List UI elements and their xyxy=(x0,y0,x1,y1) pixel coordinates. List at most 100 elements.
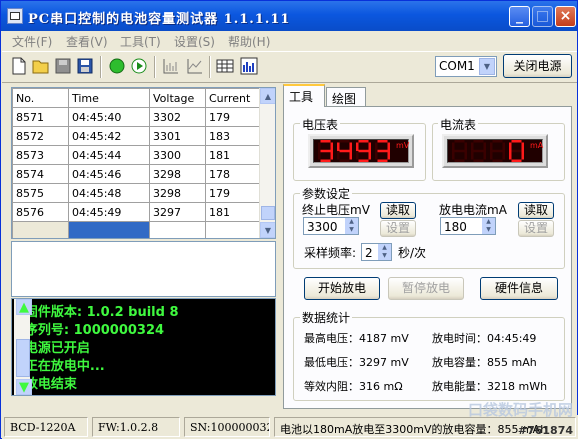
read-voltage-button[interactable]: 读取 xyxy=(380,202,416,219)
data-table: No. Time Voltage Current 8571 04:45:40 330… xyxy=(11,87,276,239)
voltage-digit-segment xyxy=(330,151,333,160)
start-discharge-button[interactable]: 开始放电 xyxy=(304,277,380,300)
current-digit-segment xyxy=(471,151,474,160)
voltage-digit-segment xyxy=(387,142,390,151)
chart-bars-icon[interactable] xyxy=(162,57,180,75)
cell-voltage: 3300 xyxy=(149,145,206,165)
tab-plot[interactable]: 绘图 xyxy=(326,87,366,106)
current-unit: mA xyxy=(530,141,544,150)
current-digit-segment xyxy=(490,151,493,160)
table-scrollbar[interactable]: ▲ ▼ xyxy=(259,88,275,238)
table-row[interactable]: 8575 04:45:48 3298 179 xyxy=(12,183,262,203)
watermark-text: 口袋数码手机网 xyxy=(467,401,573,419)
spin-updown-icon[interactable]: ▲ ▼ xyxy=(482,218,495,234)
table-row[interactable]: 8576 04:45:49 3297 181 xyxy=(12,202,262,222)
sample-rate-input[interactable]: 2 ▲ ▼ xyxy=(361,243,392,261)
current-digit-segment xyxy=(509,151,512,160)
column-header-current[interactable]: Current xyxy=(205,88,262,108)
table-row[interactable]: 8571 04:45:40 3302 179 xyxy=(12,107,262,127)
current-digit-segment xyxy=(454,159,465,162)
save-disabled-icon[interactable] xyxy=(54,57,72,75)
menu-file[interactable]: 文件(F) xyxy=(12,33,52,50)
save-icon[interactable] xyxy=(76,57,94,75)
menu-help[interactable]: 帮助(H) xyxy=(228,33,270,50)
menu-bar: 文件(F) 查看(V) 工具(T) 设置(S) 帮助(H) xyxy=(2,31,577,50)
bar-chart-icon[interactable] xyxy=(240,57,258,75)
current-digit-segment xyxy=(483,142,486,151)
current-digit-segment xyxy=(521,142,524,151)
sample-rate-label: 采样频率: xyxy=(304,246,357,260)
log-line: >序列号: 1000000324 xyxy=(14,323,165,338)
maximize-button[interactable]: □ xyxy=(532,6,553,27)
voltage-digit-segment xyxy=(358,159,369,162)
current-digit-segment xyxy=(471,142,474,151)
hardware-info-button[interactable]: 硬件信息 xyxy=(480,277,558,300)
cell-current: 178 xyxy=(205,164,262,184)
cell-voltage: 3298 xyxy=(149,183,206,203)
table-row[interactable]: 8574 04:45:46 3298 178 xyxy=(12,164,262,184)
close-button[interactable]: × xyxy=(555,6,576,27)
scroll-up-icon[interactable]: ▲ xyxy=(16,299,32,315)
cell-current: 179 xyxy=(205,107,262,127)
tab-tools[interactable]: 工具 xyxy=(283,84,325,107)
log-line: >固件版本: 1.0.2 build 8 xyxy=(14,305,179,320)
current-digit-segment xyxy=(473,159,484,162)
status-firmware: FW:1.0.2.8 xyxy=(92,417,180,437)
chart-line-icon[interactable] xyxy=(186,57,204,75)
current-meter-label: 电流表 xyxy=(438,116,479,133)
params-title: 参数设定 xyxy=(300,185,353,202)
voltage-digit-segment xyxy=(368,142,371,151)
scroll-down-icon[interactable]: ▼ xyxy=(16,379,32,395)
voltage-digit-segment xyxy=(375,151,378,160)
cell-no: 8571 xyxy=(12,107,69,127)
scroll-up-icon[interactable]: ▲ xyxy=(260,88,275,104)
scroll-thumb[interactable] xyxy=(261,206,275,220)
set-current-button[interactable]: 设置 xyxy=(518,220,554,237)
cell-new xyxy=(205,221,262,238)
log-scrollbar[interactable]: ▲ ▼ xyxy=(14,299,32,395)
scroll-down-icon[interactable]: ▼ xyxy=(260,222,275,238)
menu-settings[interactable]: 设置(S) xyxy=(174,33,215,50)
port-select[interactable]: COM1 ▼ xyxy=(435,56,497,77)
open-folder-icon[interactable] xyxy=(32,57,50,75)
app-window: PC串口控制的电池容量测试器 1.1.1.11 _ □ × 文件(F) 查看(V… xyxy=(0,0,578,439)
current-digit-segment xyxy=(452,142,455,151)
cell-voltage: 3302 xyxy=(149,107,206,127)
current-digit-segment xyxy=(502,142,505,151)
column-header-no[interactable]: No. xyxy=(12,88,69,108)
menu-view[interactable]: 查看(V) xyxy=(66,33,108,50)
current-digit-segment xyxy=(502,151,505,160)
current-digit-segment xyxy=(511,140,522,143)
pause-discharge-button[interactable]: 暂停放电 xyxy=(388,277,464,300)
cell-no: 8572 xyxy=(12,126,69,146)
new-file-icon[interactable] xyxy=(10,57,28,75)
cell-current: 179 xyxy=(205,183,262,203)
scroll-thumb[interactable] xyxy=(16,339,30,377)
voltage-digit-segment xyxy=(368,151,371,160)
read-current-button[interactable]: 读取 xyxy=(518,202,554,219)
spin-updown-icon[interactable]: ▲ ▼ xyxy=(345,218,358,234)
stat-discharge-energy: 放电能量：3218 mWh xyxy=(432,380,548,393)
watermark-id: #761874 xyxy=(517,424,573,437)
close-power-button[interactable]: 关闭电源 xyxy=(503,54,572,78)
discharge-current-input[interactable]: 180 ▲ ▼ xyxy=(440,217,496,235)
table-row-new[interactable] xyxy=(12,221,262,238)
play-icon[interactable] xyxy=(130,57,148,75)
set-voltage-button[interactable]: 设置 xyxy=(380,220,416,237)
start-green-icon[interactable] xyxy=(108,57,126,75)
voltage-meter-label: 电压表 xyxy=(300,116,341,133)
table-row[interactable]: 8573 04:45:44 3300 181 xyxy=(12,145,262,165)
end-voltage-input[interactable]: 3300 ▲ ▼ xyxy=(303,217,359,235)
voltage-digit-segment xyxy=(339,140,350,143)
column-header-time[interactable]: Time xyxy=(68,88,150,108)
cell-current: 181 xyxy=(205,145,262,165)
current-digit-segment xyxy=(473,140,484,143)
table-icon[interactable] xyxy=(216,57,234,75)
menu-tools[interactable]: 工具(T) xyxy=(120,33,161,50)
table-row[interactable]: 8572 04:45:42 3301 183 xyxy=(12,126,262,146)
spin-updown-icon[interactable]: ▲ ▼ xyxy=(378,244,391,260)
minimize-button[interactable]: _ xyxy=(509,6,530,27)
column-header-voltage[interactable]: Voltage xyxy=(149,88,206,108)
chevron-down-icon[interactable]: ▼ xyxy=(479,58,495,75)
cell-selected[interactable] xyxy=(68,221,150,238)
